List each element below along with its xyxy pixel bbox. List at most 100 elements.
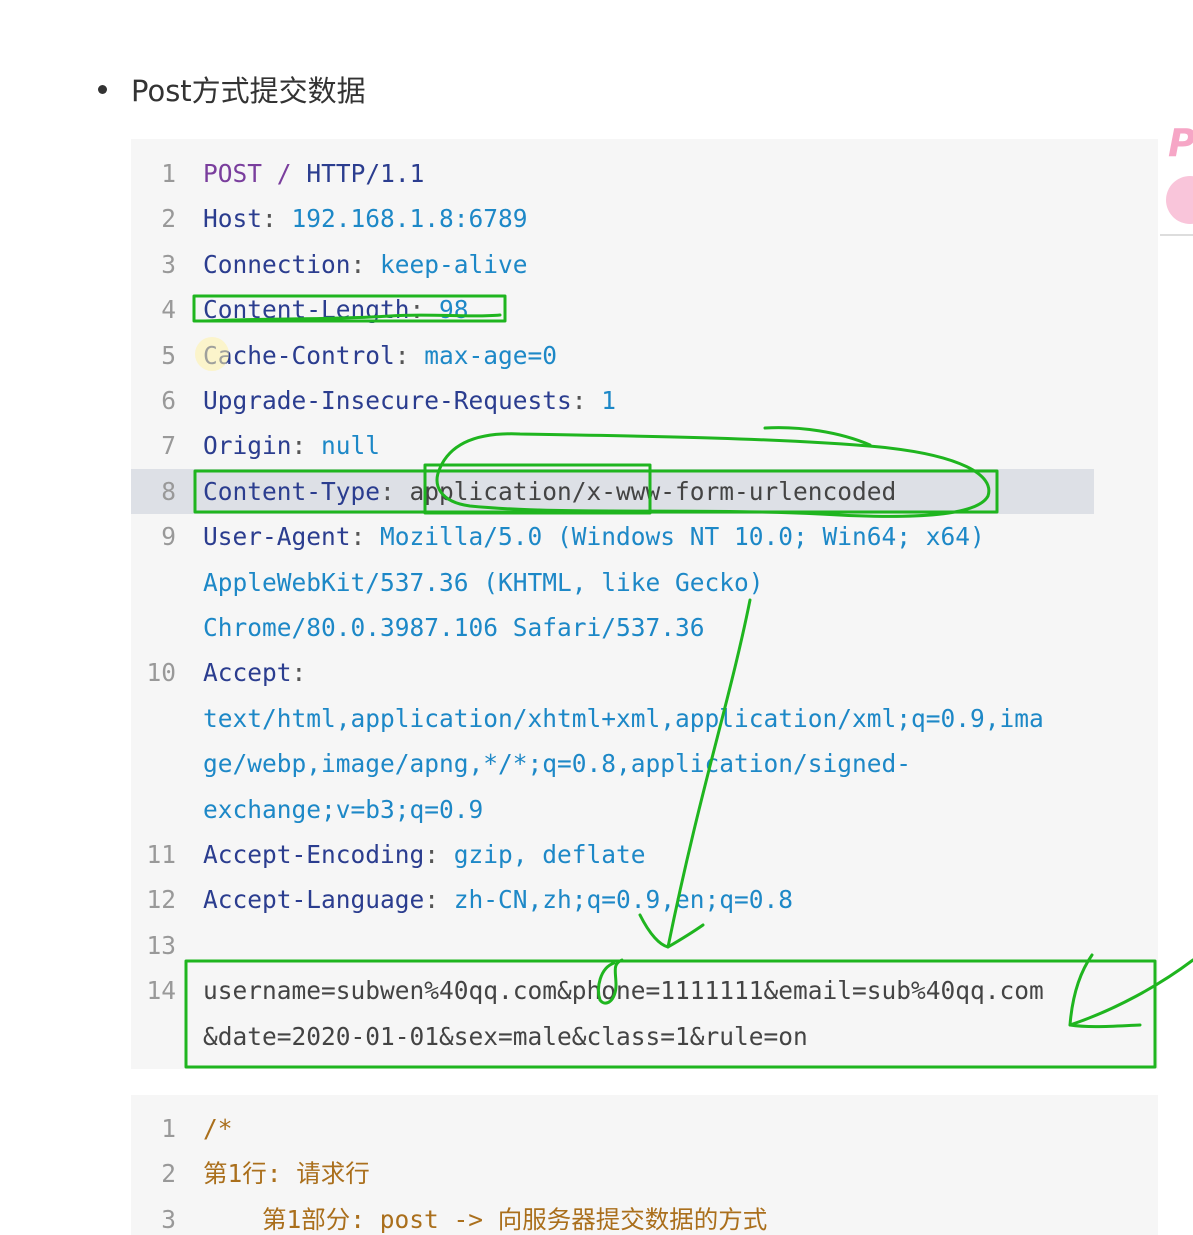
- code-token: :: [409, 295, 440, 325]
- line-number: 2: [161, 204, 176, 234]
- code-token: HTTP/1.1: [306, 159, 425, 188]
- code-line: text/html,application/xhtml+xml,applicat…: [131, 696, 1158, 741]
- code-token: 1: [601, 386, 617, 415]
- line-number: 11: [146, 840, 176, 869]
- code-token: &date=2020-01-01&sex=male&class=1&rule=o…: [203, 1021, 808, 1051]
- section-heading: Post方式提交数据: [98, 68, 366, 110]
- code-content: POST / HTTP/1.1: [203, 151, 424, 196]
- code-content: Accept:: [203, 650, 306, 695]
- code-token: max-age=0: [424, 340, 558, 370]
- code-token: Host: [203, 204, 263, 234]
- line-number: 10: [146, 658, 176, 688]
- code-token: User-Agent: [203, 522, 351, 552]
- code-line: 6 Upgrade-Insecure-Requests: 1: [131, 378, 1158, 423]
- code-line: AppleWebKit/537.36 (KHTML, like Gecko): [131, 560, 1158, 605]
- code-token: :: [571, 386, 602, 415]
- code-line: 1 POST / HTTP/1.1: [131, 151, 1158, 196]
- code-content: 第1行: 请求行: [203, 1151, 370, 1196]
- line-number: 1: [161, 159, 176, 188]
- code-line: 4 Content-Length: 98: [131, 287, 1158, 332]
- code-line: 14 username=subwen%40qq.com&phone=1111111…: [131, 968, 1158, 1013]
- code-line: 3 第1部分: post -> 向服务器提交数据的方式: [131, 1197, 1158, 1235]
- code-content: Content-Length: 98: [203, 287, 469, 332]
- code-line: 13: [131, 923, 1158, 968]
- code-token: Accept: [203, 658, 292, 688]
- code-token: 第1部分: post -> 向服务器提交数据的方式: [203, 1204, 768, 1234]
- code-token: Cache-Control: [203, 340, 395, 370]
- code-token: :: [424, 840, 454, 869]
- code-token: POST: [203, 159, 263, 188]
- code-token: Content-Type: [203, 476, 381, 506]
- code-token: exchange;v=b3;q=0.9: [203, 794, 484, 824]
- code-content: /*: [203, 1106, 233, 1151]
- code-token: application/x-www-form-urlencoded: [409, 476, 897, 506]
- code-token: :: [350, 249, 381, 279]
- code-content: username=subwen%40qq.com&phone=1111111&e…: [203, 968, 1044, 1013]
- code-content: Cache-Control: max-age=0: [203, 333, 557, 378]
- code-line: 8 Content-Type: application/x-www-form-ur…: [131, 468, 1094, 514]
- side-logo: P: [1160, 120, 1193, 240]
- bullet-dot: [98, 84, 107, 94]
- line-number: 3: [161, 1204, 176, 1234]
- code-token: 第1行: 请求行: [203, 1159, 370, 1189]
- code-line: 3 Connection: keep-alive: [131, 242, 1158, 287]
- code-content: ge/webp,image/apng,*/*;q=0.8,application…: [203, 741, 911, 786]
- code-token: zh-CN,zh;q=0.9,en;q=0.8: [453, 885, 794, 915]
- line-number: 14: [146, 976, 176, 1006]
- code-token: :: [262, 204, 292, 234]
- heading-text: Post方式提交数据: [131, 74, 366, 108]
- code-line: &date=2020-01-01&sex=male&class=1&rule=o…: [131, 1014, 1158, 1059]
- code-token: Accept-Language: [203, 885, 425, 915]
- line-number: 5: [161, 340, 176, 370]
- code-content: User-Agent: Mozilla/5.0 (Windows NT 10.0…: [203, 514, 985, 559]
- http-request-code-block[interactable]: 1 POST / HTTP/1.1 2 Host: 192.168.1.8:6789 3…: [131, 139, 1158, 1069]
- code-line: 2 第1行: 请求行: [131, 1151, 1158, 1196]
- line-number: 4: [161, 295, 176, 325]
- code-token: :: [394, 340, 425, 370]
- line-number: 8: [161, 476, 176, 506]
- code-content: exchange;v=b3;q=0.9: [203, 787, 483, 832]
- code-line: 2 Host: 192.168.1.8:6789: [131, 196, 1158, 241]
- code-token: Connection: [203, 249, 351, 279]
- code-content: Chrome/80.0.3987.106 Safari/537.36: [203, 605, 705, 650]
- code-line: 7 Origin: null: [131, 423, 1158, 468]
- code-token: :: [350, 522, 381, 552]
- code-line: ge/webp,image/apng,*/*;q=0.8,application…: [131, 741, 1158, 786]
- code-line: 11 Accept-Encoding: gzip, deflate: [131, 832, 1158, 877]
- code-token: Accept-Encoding: [203, 840, 425, 869]
- code-token: :: [424, 885, 454, 915]
- code-content: Origin: null: [203, 423, 380, 468]
- code-token: /: [276, 159, 292, 188]
- code-token: keep-alive: [380, 249, 528, 279]
- code-content: Connection: keep-alive: [203, 242, 528, 287]
- code-content: Upgrade-Insecure-Requests: 1: [203, 378, 616, 423]
- line-number: 1: [161, 1114, 176, 1143]
- code-content: Accept-Encoding: gzip, deflate: [203, 832, 646, 877]
- code-content: &date=2020-01-01&sex=male&class=1&rule=o…: [203, 1014, 808, 1059]
- code-line: exchange;v=b3;q=0.9: [131, 787, 1158, 832]
- line-number: 2: [161, 1159, 176, 1189]
- code-line: 10 Accept:: [131, 650, 1158, 695]
- line-number: 13: [146, 930, 176, 960]
- line-number: 7: [161, 431, 176, 461]
- code-line: Chrome/80.0.3987.106 Safari/537.36: [131, 605, 1158, 650]
- code-token: username=subwen%40qq.com&phone=1111111&e…: [203, 976, 1044, 1006]
- code-token: gzip, deflate: [453, 840, 646, 869]
- code-token: null: [321, 431, 381, 461]
- code-token: 192.168.1.8:6789: [291, 204, 528, 234]
- code-line: 12 Accept-Language: zh-CN,zh;q=0.9,en;q=0…: [131, 877, 1158, 922]
- code-token: /*: [203, 1114, 233, 1143]
- code-token: Mozilla/5.0 (Windows NT 10.0; Win64; x64…: [380, 522, 985, 552]
- code-content: Content-Type: application/x-www-form-url…: [203, 469, 896, 514]
- comment-code-block[interactable]: 1 /* 2 第1行: 请求行 3 第1部分: post -> 向服务器提交数据的方式: [131, 1095, 1158, 1235]
- code-content: text/html,application/xhtml+xml,applicat…: [203, 696, 1044, 741]
- code-content: Host: 192.168.1.8:6789: [203, 196, 528, 241]
- code-line: 9 User-Agent: Mozilla/5.0 (Windows NT 10.…: [131, 514, 1158, 559]
- code-content: AppleWebKit/537.36 (KHTML, like Gecko): [203, 560, 764, 605]
- code-token: Content-Length: [203, 295, 410, 325]
- code-token: 98: [439, 295, 469, 325]
- code-token: text/html,application/xhtml+xml,applicat…: [203, 703, 1044, 733]
- line-number: 12: [146, 885, 176, 915]
